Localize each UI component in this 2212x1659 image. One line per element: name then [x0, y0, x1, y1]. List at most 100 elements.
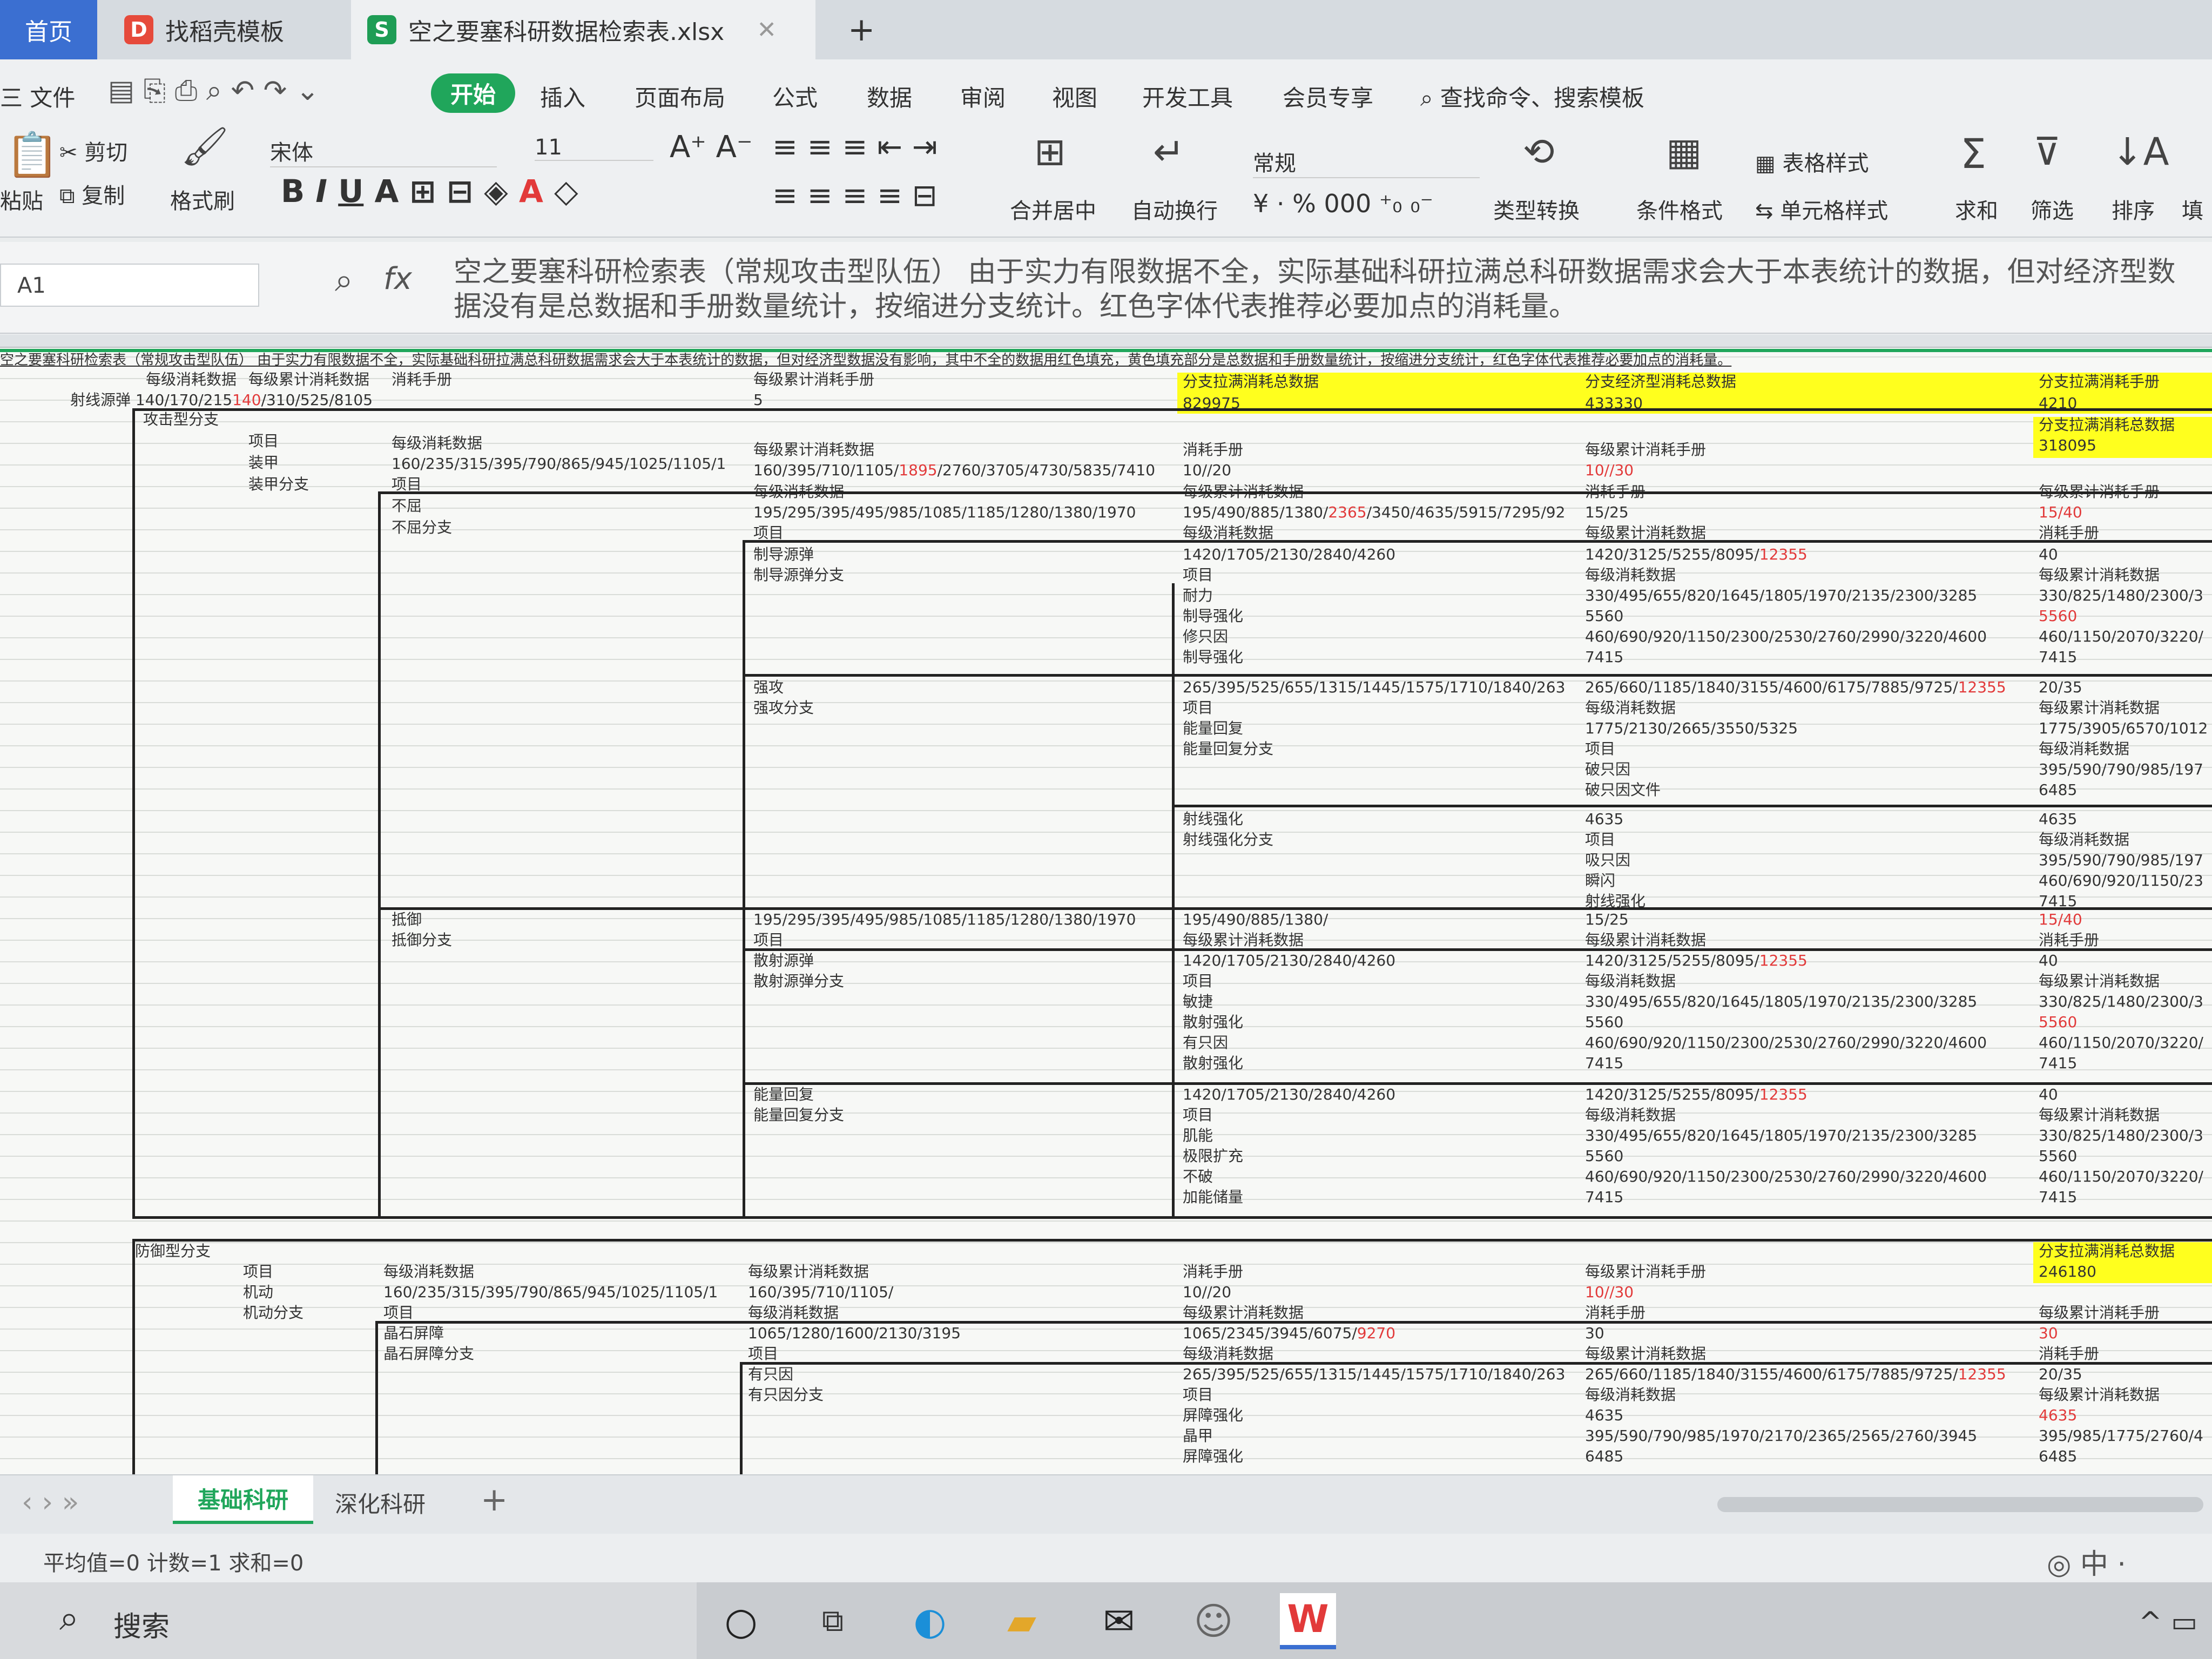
w1[interactable]: 有只因: [748, 1365, 793, 1384]
number-format-select[interactable]: 常规: [1253, 146, 1480, 178]
value-30-red[interactable]: 30: [2039, 1324, 2058, 1343]
quick-access-icons[interactable]: ▤ ⎘ ⎙ ⌕ ↶ ↷ ⌄: [108, 75, 319, 107]
paste-icon[interactable]: 📋: [5, 130, 59, 180]
series-g[interactable]: 395/590/790/985/197: [2039, 760, 2203, 779]
laser[interactable]: 散射源弹: [753, 952, 814, 970]
cum-data-label-10[interactable]: 每级累计消耗数据: [748, 1263, 869, 1281]
manual-5[interactable]: 5: [753, 391, 763, 409]
tab-template[interactable]: D 找稻壳模板: [108, 0, 346, 59]
file-explorer-icon[interactable]: ▰: [994, 1593, 1050, 1649]
item-label-12[interactable]: 项目: [383, 1304, 414, 1322]
cum-series-shield[interactable]: 1065/2345/3945/6075/9270: [1183, 1324, 1395, 1343]
value-6485-c[interactable]: 6485: [2039, 1447, 2077, 1466]
value-7415-d[interactable]: 7415: [1585, 1054, 1623, 1073]
m1[interactable]: 屏障强化: [1183, 1406, 1243, 1425]
hdr-cum-manual[interactable]: 每级累计消耗手册: [753, 370, 874, 389]
cum-data-label-5[interactable]: 每级累计消耗数据: [2039, 699, 2160, 717]
menu-insert[interactable]: 插入: [540, 80, 585, 113]
cum-manual-15-25[interactable]: 15/25: [1585, 503, 1629, 522]
series-defense[interactable]: 195/295/395/495/985/1085/1185/1280/1380/…: [753, 911, 1136, 929]
value-4635-b[interactable]: 4635: [2039, 810, 2077, 828]
energy[interactable]: 能量回复: [1183, 719, 1243, 738]
menu-dev[interactable]: 开发工具: [1142, 80, 1233, 113]
font-style-buttons[interactable]: B I U A ⊞ ⊟ ◈ A ◇: [281, 173, 578, 210]
shield[interactable]: 晶石屏障: [383, 1324, 444, 1343]
manual-10-20[interactable]: 10//20: [1183, 461, 1231, 480]
energy2-branch[interactable]: 能量回复分支: [753, 1106, 844, 1124]
hp[interactable]: 不屈: [392, 497, 422, 515]
convert-button[interactable]: 类型转换: [1493, 193, 1580, 225]
strong[interactable]: 强攻: [753, 678, 784, 697]
defense[interactable]: 抵御: [392, 911, 422, 929]
item-label-13[interactable]: 项目: [748, 1345, 778, 1363]
item-label-3[interactable]: 项目: [753, 524, 784, 542]
value-5560-d[interactable]: 5560: [2039, 1147, 2077, 1165]
manual-label-5[interactable]: 消耗手册: [1183, 1263, 1243, 1281]
cell-style-button[interactable]: ⇆ 单元格样式: [1755, 193, 1888, 225]
mobility[interactable]: 机动: [243, 1283, 273, 1301]
series-mobility[interactable]: 160/235/315/395/790/865/945/1025/1105/1: [383, 1283, 718, 1301]
per-level-label-12[interactable]: 每级消耗数据: [1183, 1345, 1273, 1363]
edge-icon[interactable]: ◐: [902, 1593, 958, 1649]
zoom-search-icon[interactable]: ⌕: [335, 261, 353, 299]
sheet-tab-basic[interactable]: 基础科研: [173, 1475, 313, 1524]
defense-type-branch[interactable]: 防御型分支: [135, 1242, 211, 1260]
formula-content[interactable]: 空之要塞科研检索表（常规攻击型队伍） 由于实力有限数据不全，实际基础科研拉满总科…: [454, 255, 2203, 324]
menu-file[interactable]: 三 文件: [0, 80, 75, 113]
k2[interactable]: 极限扩充: [1183, 1147, 1243, 1165]
total-246180[interactable]: 246180: [2039, 1263, 2096, 1281]
series-f2-cum[interactable]: 460/1150/2070/3220/: [2039, 628, 2203, 646]
series-m-cum[interactable]: 395/985/1775/2760/4: [2039, 1427, 2203, 1445]
cum-manual-15-25-b[interactable]: 15/25: [1585, 911, 1629, 929]
h2[interactable]: 瞬闪: [1585, 872, 1615, 890]
f1[interactable]: 耐力: [1183, 586, 1213, 605]
energy2[interactable]: 能量回复: [753, 1085, 814, 1104]
tab-home[interactable]: 首页: [0, 0, 97, 59]
align-horizontal-icons[interactable]: ≡ ≡ ≡ ≡ ⊟: [772, 178, 938, 213]
defense-branch[interactable]: 抵御分支: [392, 931, 452, 949]
value-7415-f[interactable]: 7415: [1585, 1188, 1623, 1206]
wrap-button[interactable]: 自动换行: [1131, 193, 1218, 225]
task-view-icon[interactable]: ⧉: [805, 1593, 861, 1649]
branch-total-label-3[interactable]: 分支拉满消耗总数据: [2039, 1242, 2175, 1260]
per-level-label-8[interactable]: 每级消耗数据: [1585, 972, 1676, 990]
mail-icon[interactable]: ✉: [1091, 1593, 1147, 1649]
branch-total-label-2[interactable]: 分支拉满消耗总数据: [2039, 416, 2175, 434]
series-k-cum[interactable]: 330/825/1480/2300/3: [2039, 1127, 2203, 1145]
sheet-tab-deep[interactable]: 深化科研: [335, 1486, 426, 1519]
value-7415-e[interactable]: 7415: [2039, 1054, 2077, 1073]
value-7415-b[interactable]: 7415: [2039, 648, 2077, 666]
res1[interactable]: 制导源弹: [753, 545, 814, 564]
row-ray-source[interactable]: 射线源弹 140/170/215140/310/525/8105: [70, 391, 373, 409]
f3[interactable]: 修只因: [1183, 628, 1228, 646]
w2[interactable]: 有只因分支: [748, 1386, 824, 1404]
menu-start[interactable]: 开始: [431, 73, 516, 113]
value-40-a[interactable]: 40: [2039, 545, 2058, 564]
j4[interactable]: 散射强化: [1183, 1054, 1243, 1073]
value-30[interactable]: 30: [1585, 1324, 1604, 1343]
value-5560-red-b[interactable]: 5560: [2039, 1013, 2077, 1031]
per-level-label-4[interactable]: 每级消耗数据: [1585, 566, 1676, 584]
cum-data-label-4[interactable]: 每级累计消耗数据: [2039, 566, 2160, 584]
cum-series-mobility[interactable]: 160/395/710/1105/: [748, 1283, 893, 1301]
hdr-econ-total[interactable]: 分支经济型消耗总数据: [1585, 373, 1736, 391]
ray[interactable]: 射线强化: [1183, 810, 1243, 828]
cum-data-label-12[interactable]: 每级累计消耗数据: [1585, 1345, 1706, 1363]
cum-data-label-13[interactable]: 每级累计消耗数据: [2039, 1386, 2160, 1404]
item-label-4[interactable]: 项目: [1183, 566, 1213, 584]
series-f2[interactable]: 460/690/920/1150/2300/2530/2760/2990/322…: [1585, 628, 1987, 646]
series-j[interactable]: 330/495/655/820/1645/1805/1970/2135/2300…: [1585, 993, 1977, 1011]
series-k2[interactable]: 460/690/920/1150/2300/2530/2760/2990/322…: [1585, 1168, 1987, 1186]
cell-name-box[interactable]: A1: [0, 264, 259, 307]
item-label-2[interactable]: 项目: [392, 475, 422, 494]
series-f[interactable]: 330/495/655/820/1645/1805/1970/2135/2300…: [1585, 586, 1977, 605]
series-w[interactable]: 265/395/525/655/1315/1445/1575/1710/1840…: [1183, 1365, 1565, 1384]
close-icon[interactable]: ✕: [757, 16, 777, 44]
hdr-branch-manual[interactable]: 分支拉满消耗手册: [2039, 373, 2160, 391]
search-command[interactable]: ⌕ 查找命令、搜索模板: [1420, 80, 1644, 113]
series-m[interactable]: 395/590/790/985/1970/2170/2365/2565/2760…: [1585, 1427, 1977, 1445]
armor-branch[interactable]: 装甲分支: [248, 475, 309, 494]
f4[interactable]: 制导强化: [1183, 648, 1243, 666]
hdr-manual[interactable]: 消耗手册: [392, 370, 452, 389]
cum-series-laser[interactable]: 1420/3125/5255/8095/12355: [1585, 952, 1808, 970]
